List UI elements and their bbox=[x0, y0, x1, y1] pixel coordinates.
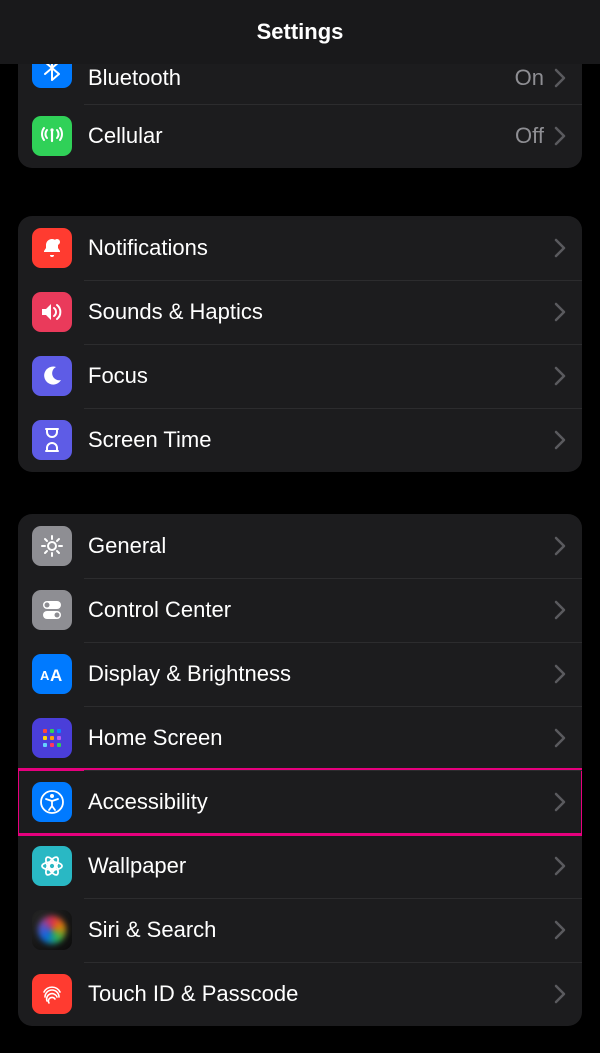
chevron-right-icon bbox=[554, 984, 566, 1004]
settings-group-connectivity: Bluetooth On Cellular Off bbox=[18, 64, 582, 168]
settings-group-general: General Control Center A A bbox=[18, 514, 582, 1026]
row-value: Off bbox=[515, 123, 544, 149]
screen-time-icon bbox=[32, 420, 72, 460]
row-label: Focus bbox=[88, 363, 554, 389]
row-touch-id[interactable]: Touch ID & Passcode bbox=[18, 962, 582, 1026]
siri-icon bbox=[32, 910, 72, 950]
chevron-right-icon bbox=[554, 68, 566, 88]
row-siri-search[interactable]: Siri & Search bbox=[18, 898, 582, 962]
row-label: Notifications bbox=[88, 235, 554, 261]
sounds-icon bbox=[32, 292, 72, 332]
accessibility-icon bbox=[32, 782, 72, 822]
focus-icon bbox=[32, 356, 72, 396]
row-label: Touch ID & Passcode bbox=[88, 981, 554, 1007]
svg-text:A: A bbox=[40, 668, 50, 683]
chevron-right-icon bbox=[554, 302, 566, 322]
chevron-right-icon bbox=[554, 856, 566, 876]
page-title: Settings bbox=[257, 19, 344, 45]
row-label: Home Screen bbox=[88, 725, 554, 751]
svg-text:A: A bbox=[50, 666, 62, 684]
wallpaper-icon bbox=[32, 846, 72, 886]
touch-id-icon bbox=[32, 974, 72, 1014]
chevron-right-icon bbox=[554, 430, 566, 450]
row-label: Control Center bbox=[88, 597, 554, 623]
row-general[interactable]: General bbox=[18, 514, 582, 578]
display-brightness-icon: A A bbox=[32, 654, 72, 694]
row-focus[interactable]: Focus bbox=[18, 344, 582, 408]
row-bluetooth[interactable]: Bluetooth On bbox=[18, 64, 582, 104]
home-screen-icon bbox=[32, 718, 72, 758]
row-label: Screen Time bbox=[88, 427, 554, 453]
row-label: Display & Brightness bbox=[88, 661, 554, 687]
navigation-header: Settings bbox=[0, 0, 600, 64]
bluetooth-icon bbox=[32, 64, 72, 88]
row-sounds[interactable]: Sounds & Haptics bbox=[18, 280, 582, 344]
chevron-right-icon bbox=[554, 664, 566, 684]
row-label: Wallpaper bbox=[88, 853, 554, 879]
row-label: Sounds & Haptics bbox=[88, 299, 554, 325]
control-center-icon bbox=[32, 590, 72, 630]
row-accessibility[interactable]: Accessibility bbox=[18, 770, 582, 834]
row-screen-time[interactable]: Screen Time bbox=[18, 408, 582, 472]
row-cellular[interactable]: Cellular Off bbox=[18, 104, 582, 168]
row-label: Siri & Search bbox=[88, 917, 554, 943]
row-wallpaper[interactable]: Wallpaper bbox=[18, 834, 582, 898]
chevron-right-icon bbox=[554, 920, 566, 940]
row-label: Accessibility bbox=[88, 789, 554, 815]
settings-scroll-content[interactable]: Bluetooth On Cellular Off bbox=[0, 64, 600, 1026]
chevron-right-icon bbox=[554, 728, 566, 748]
chevron-right-icon bbox=[554, 126, 566, 146]
row-label: General bbox=[88, 533, 554, 559]
row-value: On bbox=[515, 65, 544, 91]
chevron-right-icon bbox=[554, 366, 566, 386]
chevron-right-icon bbox=[554, 536, 566, 556]
chevron-right-icon bbox=[554, 600, 566, 620]
notifications-icon bbox=[32, 228, 72, 268]
row-label: Bluetooth bbox=[88, 65, 515, 91]
row-notifications[interactable]: Notifications bbox=[18, 216, 582, 280]
row-display-brightness[interactable]: A A Display & Brightness bbox=[18, 642, 582, 706]
settings-group-notifications: Notifications Sounds & Haptics Focus bbox=[18, 216, 582, 472]
row-home-screen[interactable]: Home Screen bbox=[18, 706, 582, 770]
cellular-icon bbox=[32, 116, 72, 156]
row-label: Cellular bbox=[88, 123, 515, 149]
row-control-center[interactable]: Control Center bbox=[18, 578, 582, 642]
chevron-right-icon bbox=[554, 792, 566, 812]
general-icon bbox=[32, 526, 72, 566]
chevron-right-icon bbox=[554, 238, 566, 258]
